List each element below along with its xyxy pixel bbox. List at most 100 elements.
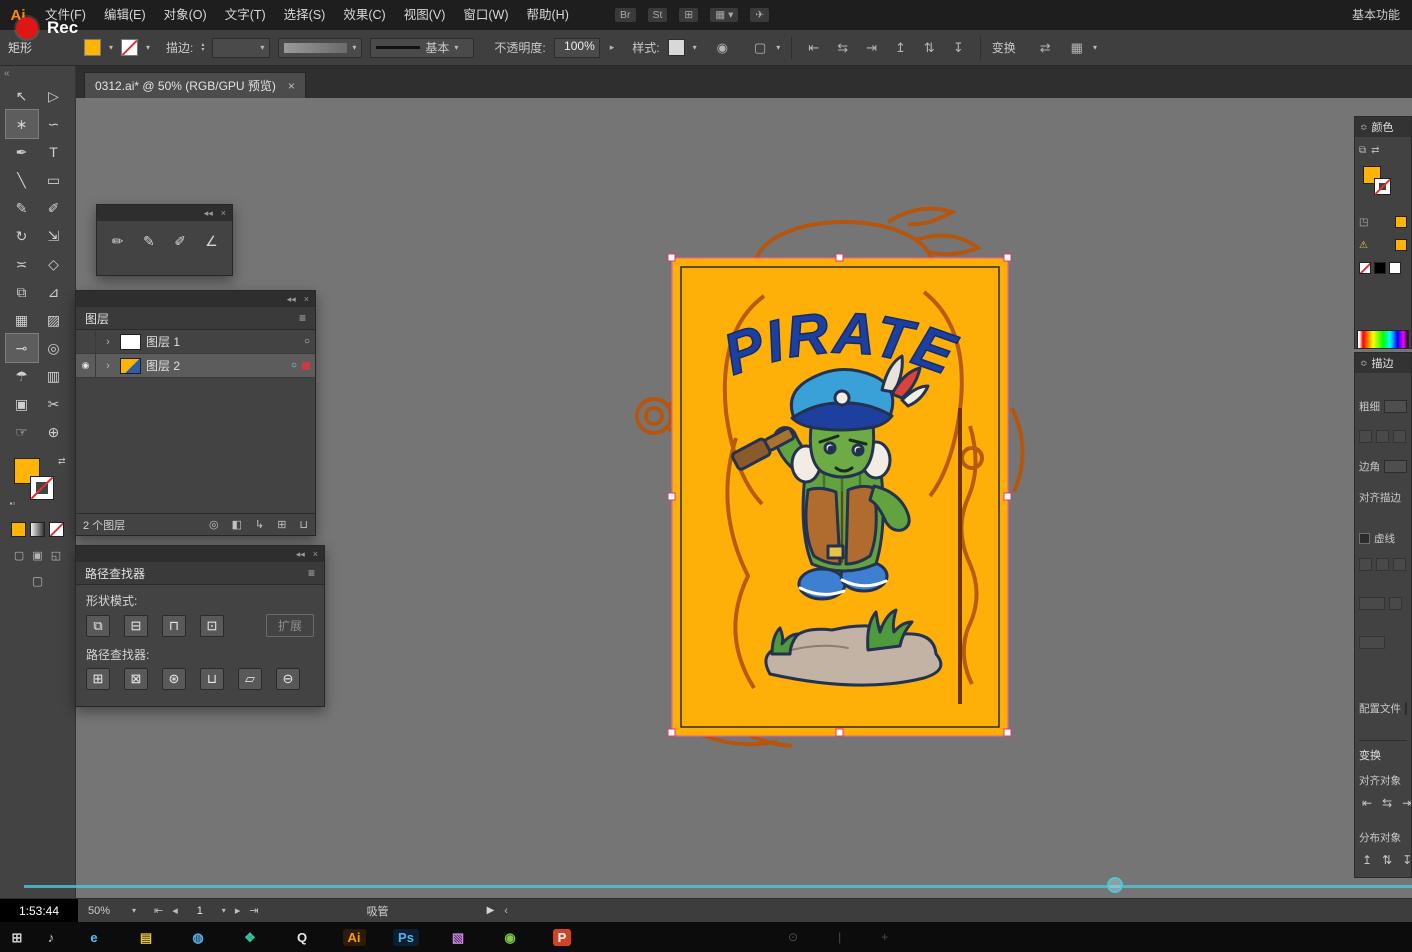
zoom-tool[interactable]: ⊕ xyxy=(38,418,70,446)
swap-fill-stroke-icon[interactable]: ⇄ xyxy=(58,456,66,467)
menu-item[interactable]: 视图(V) xyxy=(395,0,455,30)
close-icon[interactable]: × xyxy=(221,208,226,218)
menu-item[interactable]: 效果(C) xyxy=(334,0,394,30)
color-mode-button[interactable] xyxy=(11,522,26,537)
swap-colors-icon[interactable]: ⇄ xyxy=(1371,145,1379,156)
browser-icon[interactable]: e xyxy=(68,922,120,952)
chevron-down-icon[interactable]: ▾ xyxy=(109,43,113,52)
panel-header[interactable]: ◂◂ × xyxy=(76,546,324,562)
panel-header[interactable]: ◂◂ × xyxy=(76,291,315,307)
path-eraser-tool-icon[interactable]: ✐ xyxy=(170,229,191,253)
draw-normal-icon[interactable]: ▢ xyxy=(14,549,24,562)
layer-name[interactable]: 图层 1 xyxy=(146,333,180,350)
powerpoint-icon[interactable]: P xyxy=(536,922,588,952)
align-top-icon[interactable]: ↥ xyxy=(890,40,911,56)
color-spectrum[interactable] xyxy=(1357,330,1409,349)
stroke-swatch[interactable] xyxy=(30,476,54,500)
chevron-down-icon[interactable]: ▾ xyxy=(222,906,226,915)
layers-tab[interactable]: 图层 ≡ xyxy=(76,307,315,330)
draw-inside-icon[interactable]: ◱ xyxy=(51,549,61,562)
arrange-documents-icon[interactable]: ⊞ xyxy=(679,8,698,23)
lasso-tool[interactable]: ∽ xyxy=(38,110,70,138)
artboard-tool[interactable]: ▣ xyxy=(6,390,38,418)
crop-icon[interactable]: ⊔ xyxy=(200,668,224,690)
collapse-icon[interactable]: ◂◂ xyxy=(296,549,305,560)
free-transform-tool[interactable]: ◇ xyxy=(38,250,70,278)
magic-wand-tool[interactable]: ∗ xyxy=(6,110,38,138)
color-group-icon[interactable]: ◳ xyxy=(1359,217,1368,228)
color-swatch[interactable] xyxy=(1395,239,1407,251)
align-objects-center-icon[interactable]: ⇆ xyxy=(1379,796,1395,810)
close-icon[interactable]: × xyxy=(313,549,318,559)
color-option-icon[interactable]: ⧉ xyxy=(1359,145,1366,156)
distribute-bottom-icon[interactable]: ↧ xyxy=(1399,853,1412,867)
rotate-tool[interactable]: ↻ xyxy=(6,222,38,250)
bridge-icon[interactable]: Br xyxy=(615,8,636,23)
align-objects-right-icon[interactable]: ⇥ xyxy=(1399,796,1412,810)
screen-mode-icon[interactable]: ▢ xyxy=(32,574,43,588)
stroke-weight-select[interactable]: ▾ xyxy=(212,38,270,58)
pencil-tool-icon[interactable]: ✏ xyxy=(107,229,128,253)
folder-icon[interactable]: ▤ xyxy=(120,922,172,952)
back-icon[interactable]: ‹ xyxy=(504,905,508,917)
distribute-top-icon[interactable]: ↥ xyxy=(1359,853,1375,867)
black-swatch[interactable] xyxy=(1374,262,1386,274)
width-tool[interactable]: ≍ xyxy=(6,250,38,278)
trim-icon[interactable]: ⊠ xyxy=(124,668,148,690)
stroke-style-select[interactable]: 基本 ▾ xyxy=(370,38,474,58)
align-objects-left-icon[interactable]: ⇤ xyxy=(1359,796,1375,810)
hand-tool[interactable]: ☞ xyxy=(6,418,38,446)
artwork-poster[interactable]: PIRATE xyxy=(672,258,1008,736)
none-swatch[interactable] xyxy=(1359,262,1371,274)
mesh-tool[interactable]: ▦ xyxy=(6,306,38,334)
stroke-weight-input[interactable] xyxy=(1384,400,1407,413)
photoshop-icon[interactable]: Ps xyxy=(380,922,432,952)
default-fill-stroke-icon[interactable]: ▪▫ xyxy=(10,499,16,508)
perspective-grid-tool[interactable]: ⊿ xyxy=(38,278,70,306)
stroke-panel-header[interactable]: ≎ 描边 xyxy=(1355,353,1411,373)
panel-menu-icon[interactable]: ≡ xyxy=(308,566,315,580)
safety-icon[interactable]: ◉ xyxy=(484,922,536,952)
clipping-mask-icon[interactable]: ◧ xyxy=(232,518,242,531)
minus-back-icon[interactable]: ⊖ xyxy=(276,668,300,690)
next-artboard-icon[interactable]: ▸ xyxy=(235,904,241,917)
menu-item[interactable]: 窗口(W) xyxy=(454,0,517,30)
pathfinder-tab[interactable]: 路径查找器 ≡ xyxy=(76,562,324,585)
merge-icon[interactable]: ⊛ xyxy=(162,668,186,690)
align-center-icon[interactable]: ⇆ xyxy=(832,40,853,56)
delete-layer-icon[interactable]: ⊔ xyxy=(299,518,308,531)
visibility-toggle[interactable]: ◉ xyxy=(76,354,96,377)
artboard-options-icon[interactable]: ▢ xyxy=(752,40,768,56)
intersect-icon[interactable]: ⊓ xyxy=(162,615,186,637)
expand-button[interactable]: 扩展 xyxy=(266,614,314,637)
transform-link[interactable]: 变换 xyxy=(992,39,1016,56)
smooth-tool-icon[interactable]: ✎ xyxy=(138,229,159,253)
menu-item[interactable]: 对象(O) xyxy=(155,0,216,30)
new-sublayer-icon[interactable]: ↳ xyxy=(255,518,264,531)
image-viewer-icon[interactable]: ▧ xyxy=(432,922,484,952)
align-right-icon[interactable]: ⇥ xyxy=(861,40,882,56)
artboard-number[interactable]: 1 xyxy=(187,905,213,917)
first-artboard-icon[interactable]: ⇤ xyxy=(154,904,163,917)
fill-stroke-indicator[interactable] xyxy=(1359,166,1407,202)
transform-icon[interactable]: ⇄ xyxy=(1038,40,1053,56)
shape-builder-tool[interactable]: ⧉ xyxy=(6,278,38,306)
menu-item[interactable]: 选择(S) xyxy=(275,0,335,30)
selection-tool[interactable]: ↖ xyxy=(6,82,38,110)
stroke-weight-stepper[interactable]: ▴▾ xyxy=(201,43,204,53)
none-mode-button[interactable] xyxy=(49,522,64,537)
style-swatch[interactable] xyxy=(668,39,685,56)
collapse-icon[interactable]: ◂◂ xyxy=(204,208,213,219)
corner-select[interactable] xyxy=(1384,460,1407,473)
collapse-icon[interactable]: ◂◂ xyxy=(287,294,296,305)
paintbrush-tool[interactable]: ✎ xyxy=(6,194,38,222)
panel-menu-icon[interactable]: ≡ xyxy=(299,311,306,325)
tray-icon-3[interactable]: + xyxy=(881,930,888,944)
gradient-tool[interactable]: ▨ xyxy=(38,306,70,334)
opacity-more-icon[interactable]: ▸ xyxy=(608,42,617,53)
new-layer-icon[interactable]: ⊞ xyxy=(277,518,286,531)
play-icon[interactable]: ▶ xyxy=(487,905,495,916)
locate-object-icon[interactable]: ◎ xyxy=(209,518,219,531)
stock-icon[interactable]: St xyxy=(648,8,668,23)
outline-icon[interactable]: ▱ xyxy=(238,668,262,690)
